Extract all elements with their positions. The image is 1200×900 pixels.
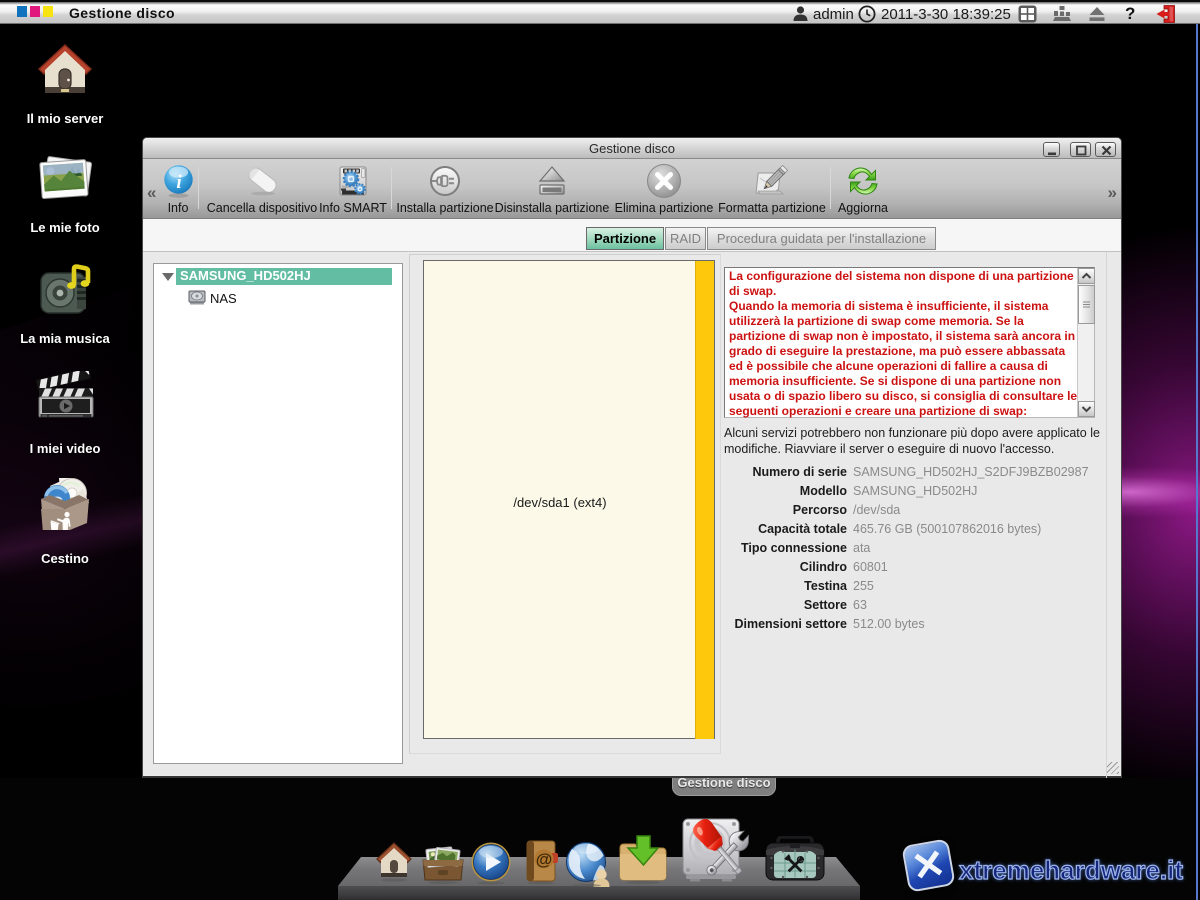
svg-text:i: i bbox=[176, 172, 182, 193]
svg-text:@: @ bbox=[536, 850, 553, 869]
